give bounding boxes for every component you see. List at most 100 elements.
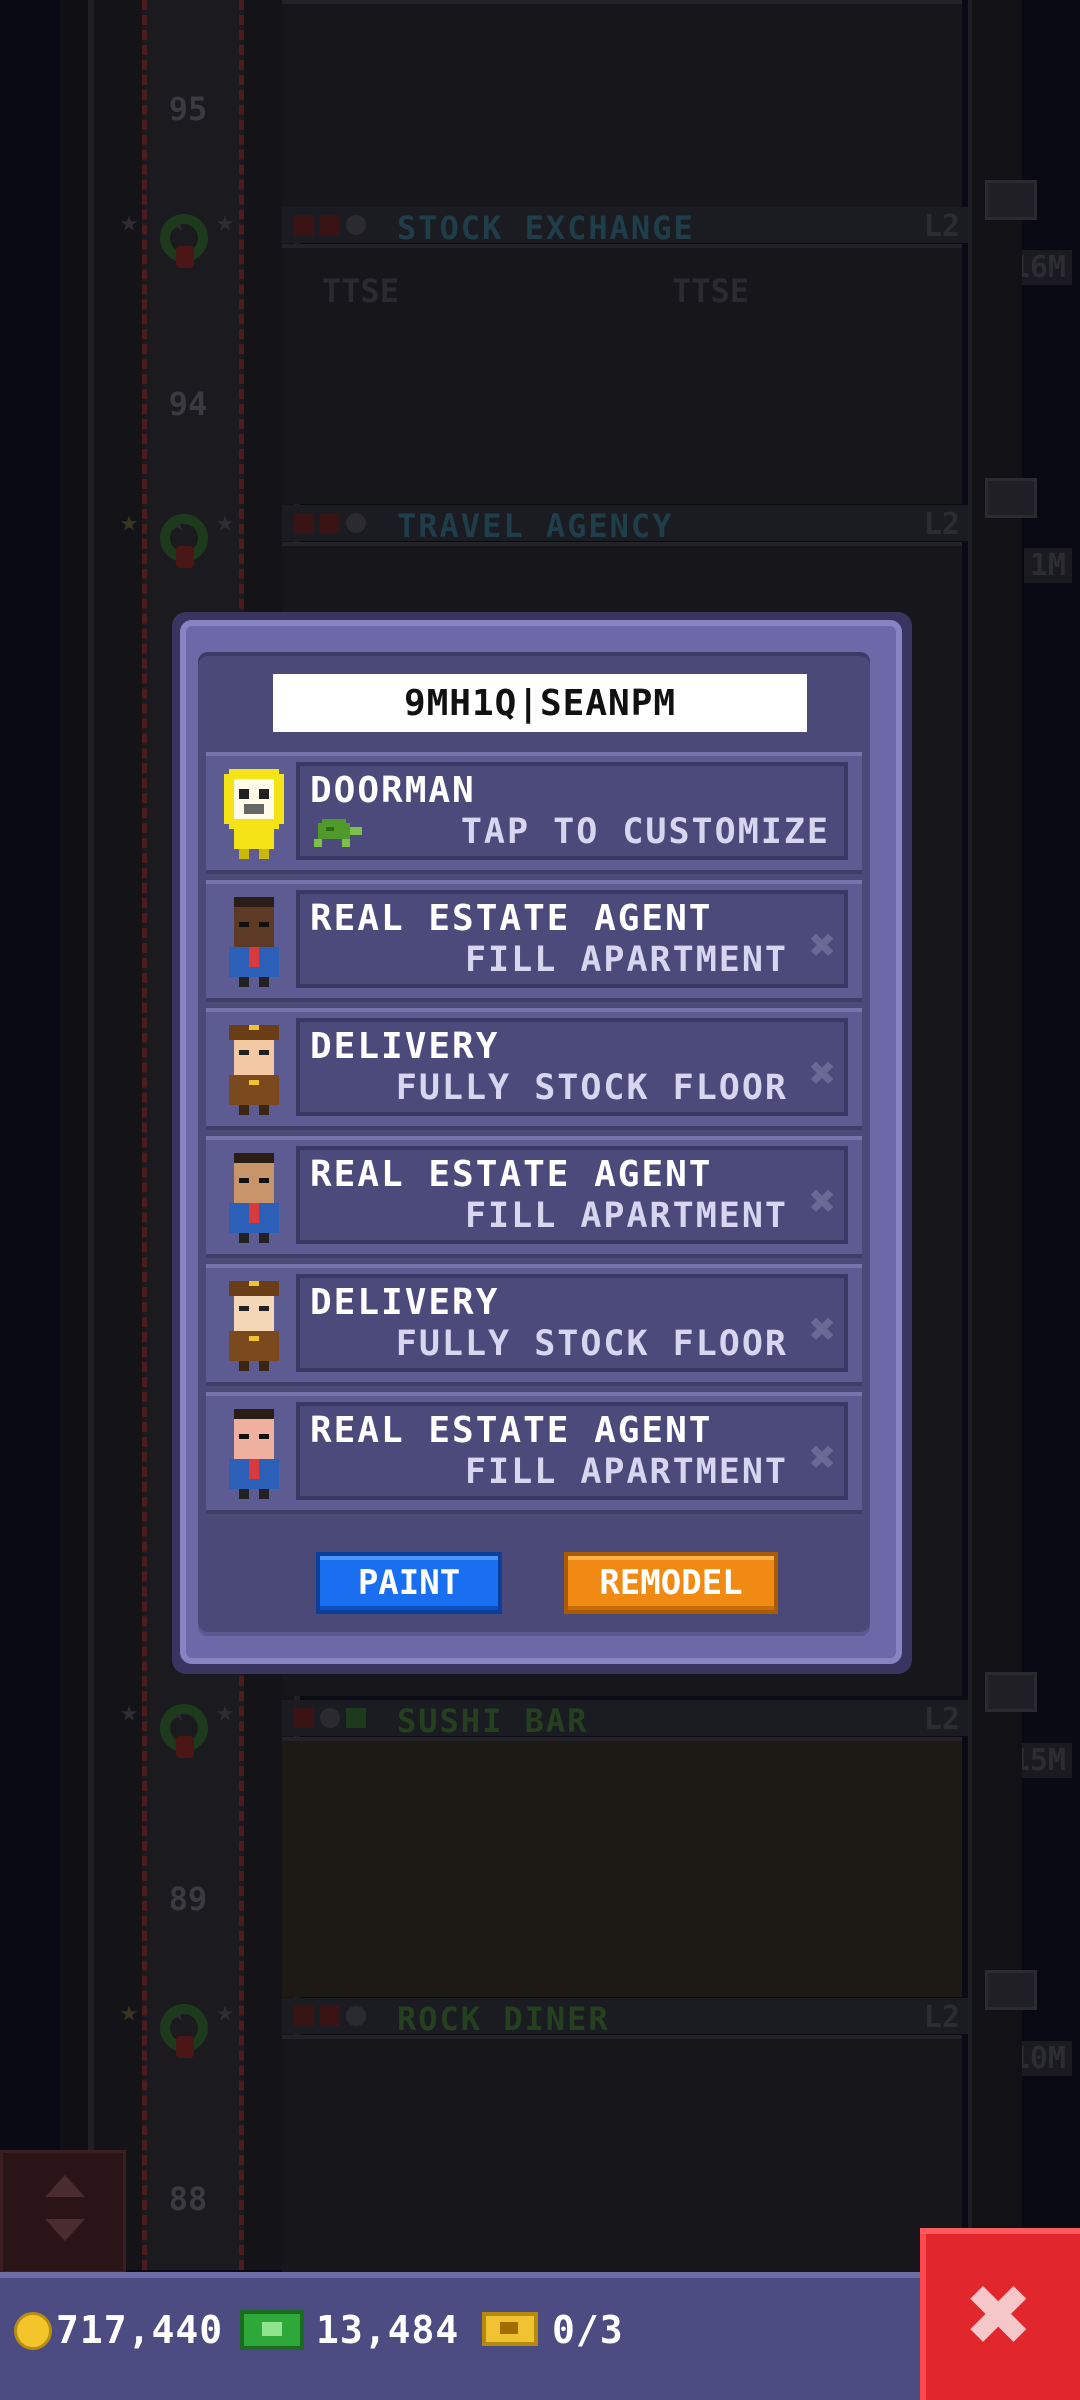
- tower-outer-wall: [60, 0, 88, 2270]
- room-sign: TTSE: [322, 272, 400, 310]
- close-icon: ✖: [966, 2250, 1034, 2378]
- tickets-value: 0/3: [552, 2308, 624, 2352]
- row-card[interactable]: DELIVERY FULLY STOCK FLOOR ✖: [296, 1274, 848, 1372]
- room-rock-diner[interactable]: [282, 2035, 962, 2276]
- room-title: ROCK DINER: [397, 2000, 610, 2038]
- room-stock-exchange[interactable]: TTSE TTSE: [282, 244, 962, 504]
- row-task: TAP TO CUSTOMIZE: [460, 812, 830, 852]
- row-card[interactable]: DELIVERY FULLY STOCK FLOOR ✖: [296, 1018, 848, 1116]
- room-income: 1M: [1023, 548, 1072, 583]
- delivery-avatar: [229, 1025, 279, 1115]
- roster-row-real-estate-agent[interactable]: REAL ESTATE AGENT FILL APARTMENT ✖: [206, 1136, 862, 1258]
- elevator-down-icon[interactable]: [45, 2219, 85, 2241]
- agent-avatar-dark: [229, 897, 279, 987]
- row-title: REAL ESTATE AGENT: [310, 898, 713, 939]
- floor-number: 95: [168, 90, 208, 128]
- remove-worker-icon[interactable]: ✖: [810, 1176, 837, 1227]
- agent-avatar-tan: [229, 1153, 279, 1243]
- floor-name-field[interactable]: 9MH1Q|SEANPM: [273, 674, 807, 732]
- row-title: REAL ESTATE AGENT: [310, 1154, 713, 1195]
- row-task: FILL APARTMENT: [464, 1196, 788, 1236]
- room-title: STOCK EXCHANGE: [397, 209, 695, 247]
- pipe-bracket: [985, 1970, 1037, 2010]
- coin-icon: [14, 2312, 52, 2350]
- star-icon: ★: [216, 204, 235, 239]
- game-screen: 95 94 89 88 ★ ★ ★ ★ ★ ★ ★ ★ ★ ★ ★ ★ STOC…: [0, 0, 1080, 2400]
- star-icon: ★: [216, 1694, 235, 1729]
- room-title: TRAVEL AGENCY: [397, 507, 674, 545]
- row-task: FULLY STOCK FLOOR: [395, 1068, 788, 1108]
- tower-bux-icon: [240, 2310, 304, 2350]
- room-header-rock-diner: ROCK DINER L2: [282, 1998, 968, 2038]
- room-level: L2: [923, 1702, 960, 1737]
- wreath-decoration: ★ ★ ★: [120, 1690, 250, 1770]
- room-sushi-bar[interactable]: [282, 1737, 962, 1997]
- room-floor-95[interactable]: [282, 0, 962, 209]
- room-level: L2: [923, 209, 960, 244]
- delivery-avatar: [229, 1281, 279, 1371]
- currency-bar: 717,440 13,484 0/3: [0, 2272, 930, 2400]
- row-title: DOORMAN: [310, 770, 476, 811]
- close-button[interactable]: ✖: [920, 2228, 1080, 2400]
- room-header-sushi-bar: SUSHI BAR L2: [282, 1700, 968, 1740]
- pipe-bracket: [985, 180, 1037, 220]
- floor-number: 94: [168, 385, 208, 423]
- bow-icon: [176, 246, 194, 268]
- row-card[interactable]: DOORMAN TAP TO CUSTOMIZE: [296, 762, 848, 860]
- row-task: FULLY STOCK FLOOR: [395, 1324, 788, 1364]
- star-icon: ★: [216, 1994, 235, 2029]
- room-header-travel-agency: TRAVEL AGENCY L2: [282, 505, 968, 545]
- floor-number: 89: [168, 1880, 208, 1918]
- roster-row-real-estate-agent[interactable]: REAL ESTATE AGENT FILL APARTMENT ✖: [206, 1392, 862, 1514]
- row-title: REAL ESTATE AGENT: [310, 1410, 713, 1451]
- star-icon: ★: [216, 504, 235, 539]
- row-card[interactable]: REAL ESTATE AGENT FILL APARTMENT ✖: [296, 890, 848, 988]
- bux-value: 13,484: [316, 2308, 460, 2352]
- row-title: DELIVERY: [310, 1282, 500, 1323]
- golden-ticket-icon: [482, 2312, 538, 2346]
- star-icon: ★: [120, 1994, 139, 2029]
- wreath-decoration: ★ ★ ★: [120, 1990, 250, 2070]
- pipe-bracket: [985, 1672, 1037, 1712]
- row-task: FILL APARTMENT: [464, 1452, 788, 1492]
- room-status-icons: [294, 2006, 384, 2026]
- bow-icon: [176, 1736, 194, 1758]
- star-icon: ★: [120, 1694, 139, 1729]
- room-header-stock-exchange: STOCK EXCHANGE L2: [282, 207, 968, 247]
- room-title: SUSHI BAR: [397, 1702, 589, 1740]
- tower-pipe: [968, 0, 1022, 2270]
- row-title: DELIVERY: [310, 1026, 500, 1067]
- remove-worker-icon[interactable]: ✖: [810, 1048, 837, 1099]
- row-card[interactable]: REAL ESTATE AGENT FILL APARTMENT ✖: [296, 1146, 848, 1244]
- elevator-control[interactable]: [0, 2150, 126, 2274]
- row-card[interactable]: REAL ESTATE AGENT FILL APARTMENT ✖: [296, 1402, 848, 1500]
- wreath-decoration: ★ ★ ★: [120, 200, 250, 280]
- room-status-icons: [294, 1708, 384, 1728]
- elevator-up-icon[interactable]: [45, 2175, 85, 2197]
- wreath-decoration: ★ ★ ★: [120, 500, 250, 580]
- remodel-button[interactable]: REMODEL: [564, 1552, 778, 1614]
- room-level: L2: [923, 2000, 960, 2035]
- bow-icon: [176, 2036, 194, 2058]
- remove-worker-icon[interactable]: ✖: [810, 1304, 837, 1355]
- star-icon: ★: [120, 504, 139, 539]
- room-status-icons: [294, 513, 384, 533]
- star-icon: ★: [120, 204, 139, 239]
- coins-value: 717,440: [56, 2308, 224, 2352]
- remove-worker-icon[interactable]: ✖: [810, 920, 837, 971]
- turtle-icon: [314, 819, 362, 847]
- room-status-icons: [294, 215, 384, 235]
- pipe-bracket: [985, 478, 1037, 518]
- remove-worker-icon[interactable]: ✖: [810, 1432, 837, 1483]
- room-level: L2: [923, 507, 960, 542]
- roster-row-delivery[interactable]: DELIVERY FULLY STOCK FLOOR ✖: [206, 1264, 862, 1386]
- bow-icon: [176, 546, 194, 568]
- paint-button[interactable]: PAINT: [316, 1552, 502, 1614]
- roster-row-doorman[interactable]: DOORMAN TAP TO CUSTOMIZE: [206, 752, 862, 874]
- floor-number: 88: [168, 2180, 208, 2218]
- roster-row-real-estate-agent[interactable]: REAL ESTATE AGENT FILL APARTMENT ✖: [206, 880, 862, 1002]
- doorman-bird-icon: [224, 769, 284, 859]
- roster-row-delivery[interactable]: DELIVERY FULLY STOCK FLOOR ✖: [206, 1008, 862, 1130]
- row-task: FILL APARTMENT: [464, 940, 788, 980]
- agent-avatar-light: [229, 1409, 279, 1499]
